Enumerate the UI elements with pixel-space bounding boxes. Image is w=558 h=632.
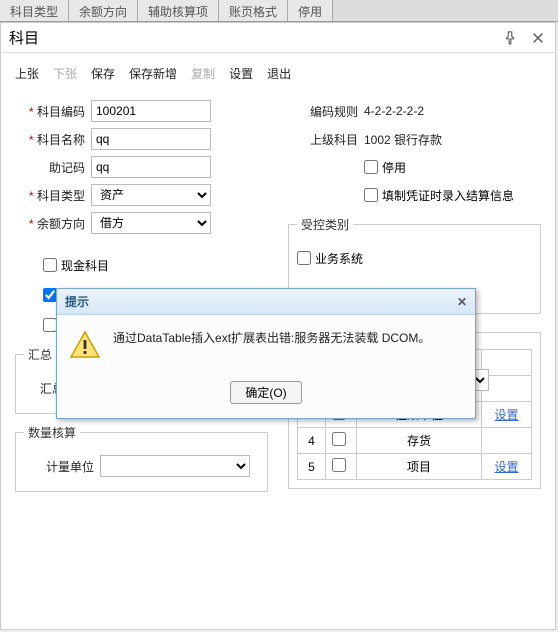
parent-label: 上级科目 [288, 131, 358, 148]
biz-label: 业务系统 [315, 250, 363, 267]
mnemonic-label: 助记码 [15, 159, 85, 176]
warning-icon [69, 329, 101, 361]
type-label: 科目类型 [15, 187, 85, 204]
col-header: 余额方向 [69, 0, 138, 21]
row-num: 5 [298, 454, 326, 480]
controlled-legend: 受控类别 [297, 216, 353, 233]
col-header: 辅助核算项 [138, 0, 219, 21]
unit-label: 计量单位 [24, 458, 94, 475]
biz-checkbox[interactable] [297, 251, 311, 265]
voucher-checkbox[interactable] [364, 188, 378, 202]
exit-button[interactable]: 退出 [267, 65, 291, 82]
aux-row-name: 项目 [357, 454, 482, 480]
rule-value: 4-2-2-2-2-2 [364, 104, 424, 118]
dialog-message: 通过DataTable插入ext扩展表出错:服务器无法装载 DCOM。 [113, 329, 430, 348]
titlebar: 科目 [1, 23, 555, 53]
toolbar: 上张 下张 保存 保存新增 复制 设置 退出 [1, 53, 555, 90]
close-icon[interactable] [529, 29, 547, 47]
summary-legend: 汇总 [24, 346, 56, 363]
balance-label: 余额方向 [15, 215, 85, 232]
name-input[interactable] [91, 128, 211, 150]
unit-select[interactable] [100, 455, 250, 477]
balance-select[interactable]: 借方 [91, 212, 211, 234]
col-header: 账页格式 [219, 0, 288, 21]
alert-dialog: 提示 ✕ 通过DataTable插入ext扩展表出错:服务器无法装载 DCOM。… [56, 288, 476, 419]
other-checkbox[interactable] [43, 318, 57, 332]
bank-checkbox[interactable] [43, 288, 57, 302]
aux-row-checkbox[interactable] [332, 458, 346, 472]
code-label: 科目编码 [15, 103, 85, 120]
disable-label: 停用 [382, 159, 406, 176]
dialog-close-icon[interactable]: ✕ [457, 295, 467, 309]
save-button[interactable]: 保存 [91, 65, 115, 82]
subject-dialog: 科目 上张 下张 保存 保存新增 复制 设置 退出 科目编码 科目名称 助记码 … [0, 22, 556, 630]
rule-label: 编码规则 [288, 103, 358, 120]
disable-checkbox[interactable] [364, 160, 378, 174]
qty-legend: 数量核算 [24, 424, 80, 441]
col-header: 停用 [288, 0, 333, 21]
aux-row-name: 存货 [357, 428, 482, 454]
parent-grid-header: 科目类型 余额方向 辅助核算项 账页格式 停用 [0, 0, 558, 22]
mnemonic-input[interactable] [91, 156, 211, 178]
dialog-title: 提示 [65, 293, 89, 310]
table-row: 5 项目设置 [298, 454, 532, 480]
window-title: 科目 [9, 27, 39, 48]
type-select[interactable]: 资产 [91, 184, 211, 206]
copy-button: 复制 [191, 65, 215, 82]
voucher-label: 填制凭证时录入结算信息 [382, 187, 514, 204]
name-label: 科目名称 [15, 131, 85, 148]
code-input[interactable] [91, 100, 211, 122]
settings-button[interactable]: 设置 [229, 65, 253, 82]
cash-checkbox[interactable] [43, 258, 57, 272]
next-button: 下张 [53, 65, 77, 82]
qty-fieldset: 数量核算 计量单位 [15, 424, 268, 492]
dialog-ok-button[interactable]: 确定(O) [230, 381, 301, 404]
table-row: 4 存货 [298, 428, 532, 454]
parent-value: 1002 银行存款 [364, 131, 442, 148]
aux-row-checkbox[interactable] [332, 432, 346, 446]
aux-row-link[interactable]: 设置 [494, 408, 518, 422]
pin-icon[interactable] [501, 29, 519, 47]
aux-row-link[interactable]: 设置 [494, 460, 518, 474]
cash-label: 现金科目 [61, 257, 109, 274]
save-new-button[interactable]: 保存新增 [129, 65, 177, 82]
prev-button[interactable]: 上张 [15, 65, 39, 82]
col-header: 科目类型 [0, 0, 69, 21]
row-num: 4 [298, 428, 326, 454]
